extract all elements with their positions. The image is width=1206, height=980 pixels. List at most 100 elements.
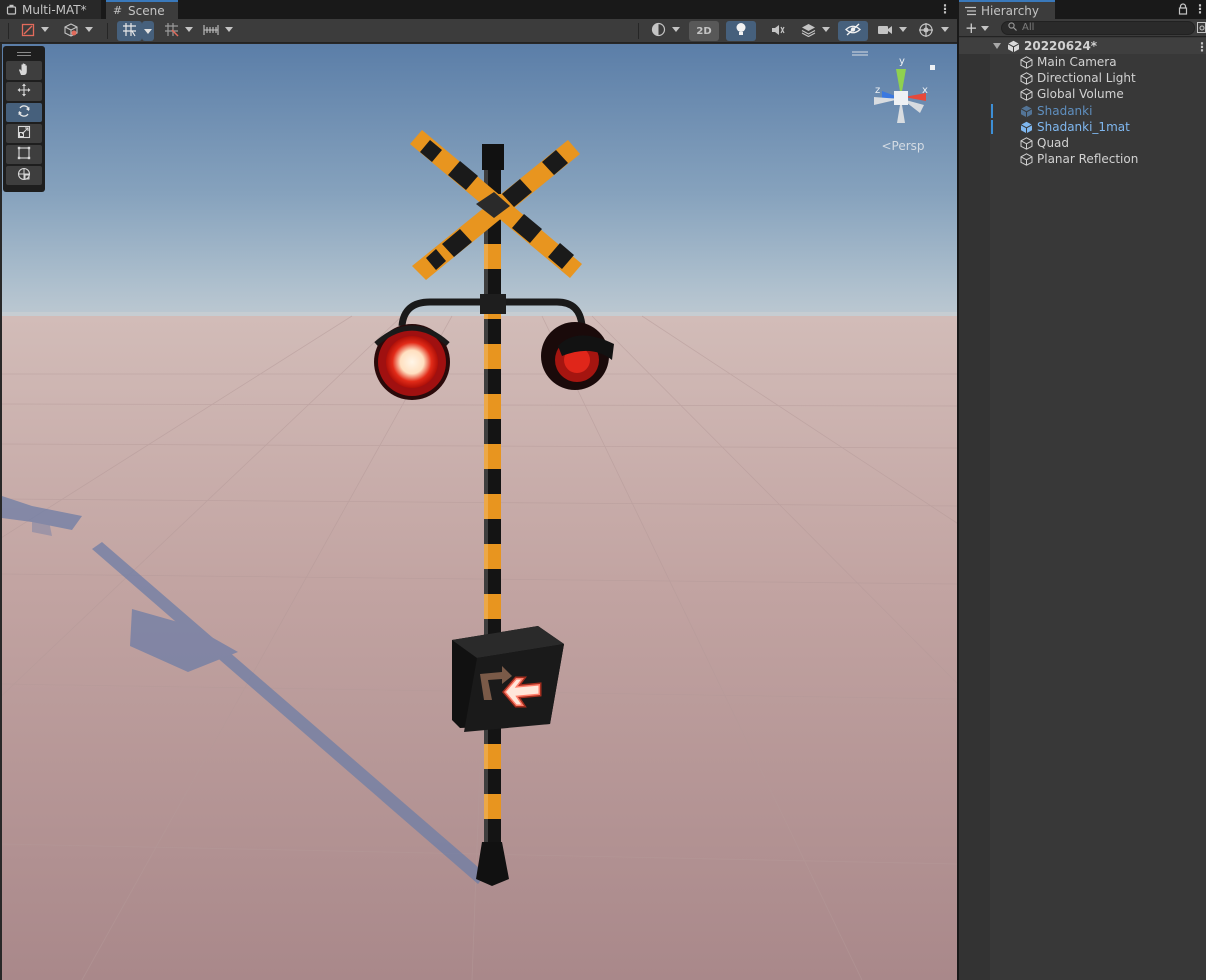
toolbar-separator [8, 23, 9, 39]
move-arrows-icon [17, 83, 31, 100]
hierarchy-item-label: Planar Reflection [1037, 152, 1139, 166]
hierarchy-item-directional-light[interactable]: Directional Light [959, 70, 1206, 86]
hierarchy-more-options-icon[interactable]: ⋮ [1194, 2, 1206, 16]
tab-label: Scene [128, 3, 165, 18]
toolbar-separator [638, 23, 639, 39]
list-icon [965, 5, 976, 16]
sphere-shading-icon [651, 22, 666, 40]
toggle-2d-button[interactable]: 2D [689, 21, 719, 41]
gizmo-y-label: y [899, 56, 905, 67]
scene-row-more-icon[interactable]: ⋮ [1196, 40, 1206, 54]
shading-mode-dropdown-icon[interactable] [85, 27, 93, 32]
grid-dropdown-button[interactable] [142, 21, 154, 41]
scene-more-options-icon[interactable]: ⋮ [939, 2, 951, 16]
scene-viewport[interactable] [2, 44, 957, 980]
effects-button[interactable] [797, 21, 819, 41]
video-camera-icon [877, 24, 893, 39]
prefab-cube-icon [1019, 104, 1033, 118]
scene-search-icon[interactable] [1197, 22, 1206, 37]
gizmos-button[interactable] [915, 21, 937, 41]
scene-render [2, 44, 957, 980]
lock-icon[interactable] [1178, 3, 1188, 18]
expand-arrow-icon[interactable] [993, 43, 1001, 49]
hierarchy-item-label: Quad [1037, 136, 1070, 150]
unity-scene-icon [6, 4, 17, 15]
hierarchy-item-label: Shadanki [1037, 104, 1093, 118]
transform-icon [17, 167, 31, 184]
camera-mode-dropdown-icon[interactable] [672, 27, 680, 32]
tab-multi-mat[interactable]: Multi-MAT* [0, 0, 101, 19]
effects-dropdown-icon[interactable] [822, 27, 830, 32]
camera-settings-button[interactable] [874, 21, 896, 41]
camera-settings-dropdown-icon[interactable] [899, 27, 907, 32]
gameobject-cube-icon [1019, 55, 1033, 69]
draw-mode-icon [21, 23, 35, 40]
gizmo-z-label: z [875, 85, 880, 96]
speaker-muted-icon [770, 23, 785, 40]
increment-snapping-button[interactable] [199, 21, 223, 41]
transform-tool-button[interactable] [6, 166, 42, 185]
gizmos-dropdown-icon[interactable] [941, 27, 949, 32]
unity-scene-icon [1006, 39, 1020, 53]
orientation-gizmo[interactable]: y x z <Persp [868, 55, 938, 155]
overlay-drag-handle[interactable] [6, 49, 42, 59]
hierarchy-item-planar-reflection[interactable]: Planar Reflection [959, 151, 1206, 167]
grid-snapping-dropdown-icon[interactable] [185, 27, 193, 32]
rect-tool-button[interactable] [6, 145, 42, 164]
gizmo-x-label: x [922, 85, 928, 96]
tab-scene[interactable]: # Scene [106, 0, 178, 19]
add-object-icon[interactable]: + [965, 19, 978, 37]
tab-label: Hierarchy [981, 3, 1040, 18]
toolbar-separator [107, 23, 108, 39]
hierarchy-item-global-volume[interactable]: Global Volume [959, 86, 1206, 102]
hierarchy-search-input[interactable]: All [1001, 21, 1195, 35]
lighting-toggle-button[interactable] [726, 21, 756, 41]
hierarchy-item-label: Shadanki_1mat [1037, 120, 1130, 134]
visibility-column[interactable] [959, 38, 990, 980]
projection-label: Persp [891, 139, 925, 153]
gameobject-cube-icon [1019, 136, 1033, 150]
projection-toggle[interactable]: <Persp [868, 139, 938, 153]
add-dropdown-icon[interactable] [981, 26, 989, 31]
prefab-cube-icon [1019, 120, 1033, 134]
ruler-icon [203, 23, 219, 40]
axis-gizmo-icon: y x z [874, 56, 935, 123]
scene-visibility-button[interactable] [838, 21, 868, 41]
search-icon [1008, 22, 1017, 35]
eye-hidden-icon [845, 23, 861, 39]
hierarchy-item-shadanki[interactable]: Shadanki [959, 103, 1206, 119]
scene-root-row[interactable]: 20220624* [959, 38, 1206, 54]
lightbulb-icon [735, 22, 747, 40]
shading-mode-button[interactable] [59, 21, 83, 41]
grid-snap-icon [164, 22, 179, 40]
hierarchy-item-quad[interactable]: Quad [959, 135, 1206, 151]
tools-overlay [3, 46, 45, 192]
layers-stack-icon [801, 23, 816, 40]
tab-hierarchy[interactable]: Hierarchy [959, 0, 1055, 19]
hierarchy-item-label: Global Volume [1037, 87, 1124, 101]
rect-transform-icon [17, 146, 31, 163]
grid-visibility-button[interactable] [117, 21, 142, 41]
grid-snapping-button[interactable] [159, 21, 183, 41]
move-tool-button[interactable] [6, 82, 42, 101]
increment-snapping-dropdown-icon[interactable] [225, 27, 233, 32]
draw-mode-button[interactable] [17, 21, 39, 41]
rotate-tool-button[interactable] [6, 103, 42, 122]
grid-hash-icon: # [112, 4, 123, 17]
chevron-left-icon: < [881, 139, 892, 153]
hierarchy-item-shadanki-1mat[interactable]: Shadanki_1mat [959, 119, 1206, 135]
scale-tool-button[interactable] [6, 124, 42, 143]
cube-shading-icon [63, 22, 79, 40]
scene-tab-bar: Multi-MAT* # Scene ⋮ [0, 0, 957, 19]
hand-tool-button[interactable] [6, 61, 42, 80]
draw-mode-dropdown-icon[interactable] [41, 27, 49, 32]
scene-name: 20220624* [1024, 39, 1098, 53]
grid-icon [122, 22, 137, 40]
hierarchy-item-main-camera[interactable]: Main Camera [959, 54, 1206, 70]
rotate-icon [17, 104, 31, 121]
hierarchy-toolbar: + All [959, 19, 1206, 37]
hand-icon [17, 62, 31, 79]
gizmo-globe-icon [918, 22, 934, 41]
audio-toggle-button[interactable] [763, 21, 791, 41]
scene-camera-mode-button[interactable] [646, 21, 670, 41]
